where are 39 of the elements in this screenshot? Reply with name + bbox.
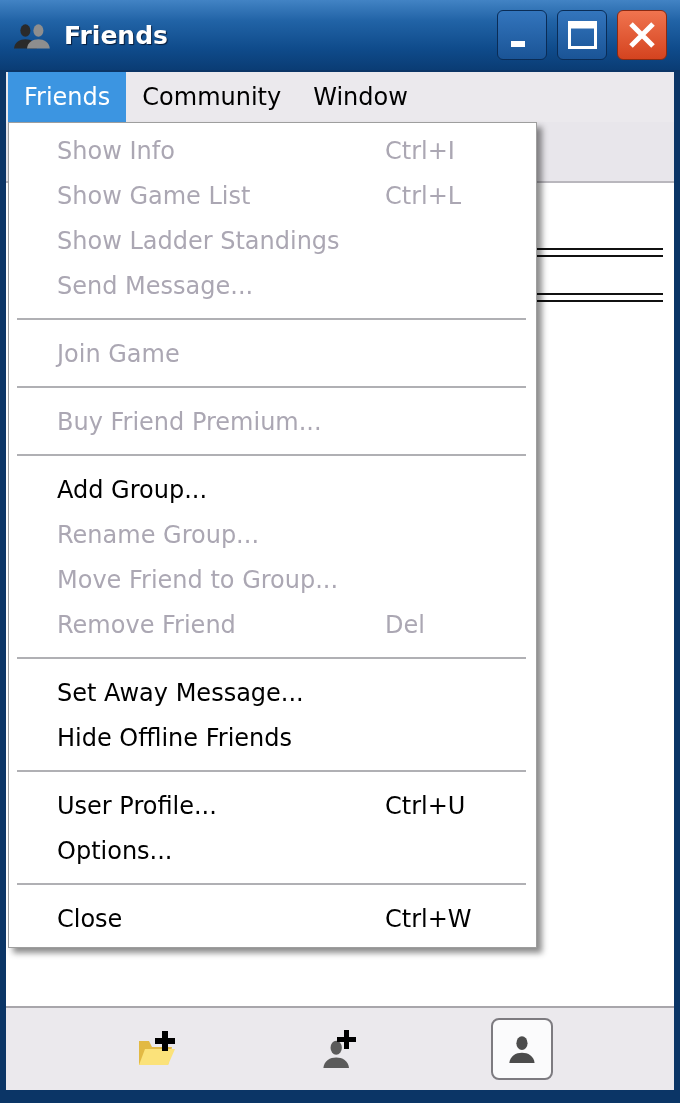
shortcut-text: Ctrl+W xyxy=(385,904,473,933)
menu-item-label: Rename Group... xyxy=(57,520,260,549)
menu-item-label: Send Message... xyxy=(57,271,255,300)
window-title: Friends xyxy=(64,20,169,50)
menu-item-label: Set Away Message... xyxy=(57,678,305,707)
maximize-button[interactable] xyxy=(557,10,607,60)
maximize-icon xyxy=(567,21,597,49)
folder-plus-icon xyxy=(138,1031,178,1067)
menu-item-label: Add Group... xyxy=(57,475,209,504)
menu-item-label: Options... xyxy=(57,836,174,865)
menu-item-label: Show Game List xyxy=(57,181,252,210)
minimize-button[interactable] xyxy=(497,10,547,60)
shortcut-text: Ctrl+U xyxy=(385,791,467,820)
menu-item-label: Show Ladder Standings xyxy=(57,226,341,255)
menu-item-label: Join Game xyxy=(57,339,181,368)
close-button[interactable] xyxy=(617,10,667,60)
menu-item-label: Buy Friend Premium... xyxy=(57,407,323,436)
menu-item[interactable]: Options... xyxy=(9,828,536,873)
minimize-icon xyxy=(511,41,525,47)
menu-item-label: Move Friend to Group... xyxy=(57,565,340,594)
close-icon xyxy=(628,21,656,49)
menu-item[interactable]: Hide Offline Friends xyxy=(9,715,536,760)
shortcut-text: Del xyxy=(385,610,426,639)
menu-item[interactable]: User Profile... Ctrl+U xyxy=(9,783,536,828)
shortcut-text: Ctrl+I xyxy=(385,136,456,165)
menu-bar-item[interactable]: Window xyxy=(297,72,424,122)
menu-item-label: Close xyxy=(57,904,124,933)
user-plus-icon xyxy=(322,1030,358,1068)
menu-item[interactable]: Set Away Message... xyxy=(9,670,536,715)
menu-item[interactable]: Close Ctrl+W xyxy=(9,896,536,941)
menu-item-label: Hide Offline Friends xyxy=(57,723,294,752)
menu-item[interactable]: Add Group... xyxy=(9,467,536,512)
menu-item-label: Remove Friend xyxy=(57,610,237,639)
toolbar-button[interactable] xyxy=(491,1018,553,1080)
shortcut-text: Ctrl+L xyxy=(385,181,463,210)
menu-bar-item[interactable]: Community xyxy=(126,72,298,122)
menu-item-label: Show Info xyxy=(57,136,176,165)
menu-item-label: User Profile... xyxy=(57,791,218,820)
menu-bar-item[interactable]: Friends xyxy=(8,72,127,122)
